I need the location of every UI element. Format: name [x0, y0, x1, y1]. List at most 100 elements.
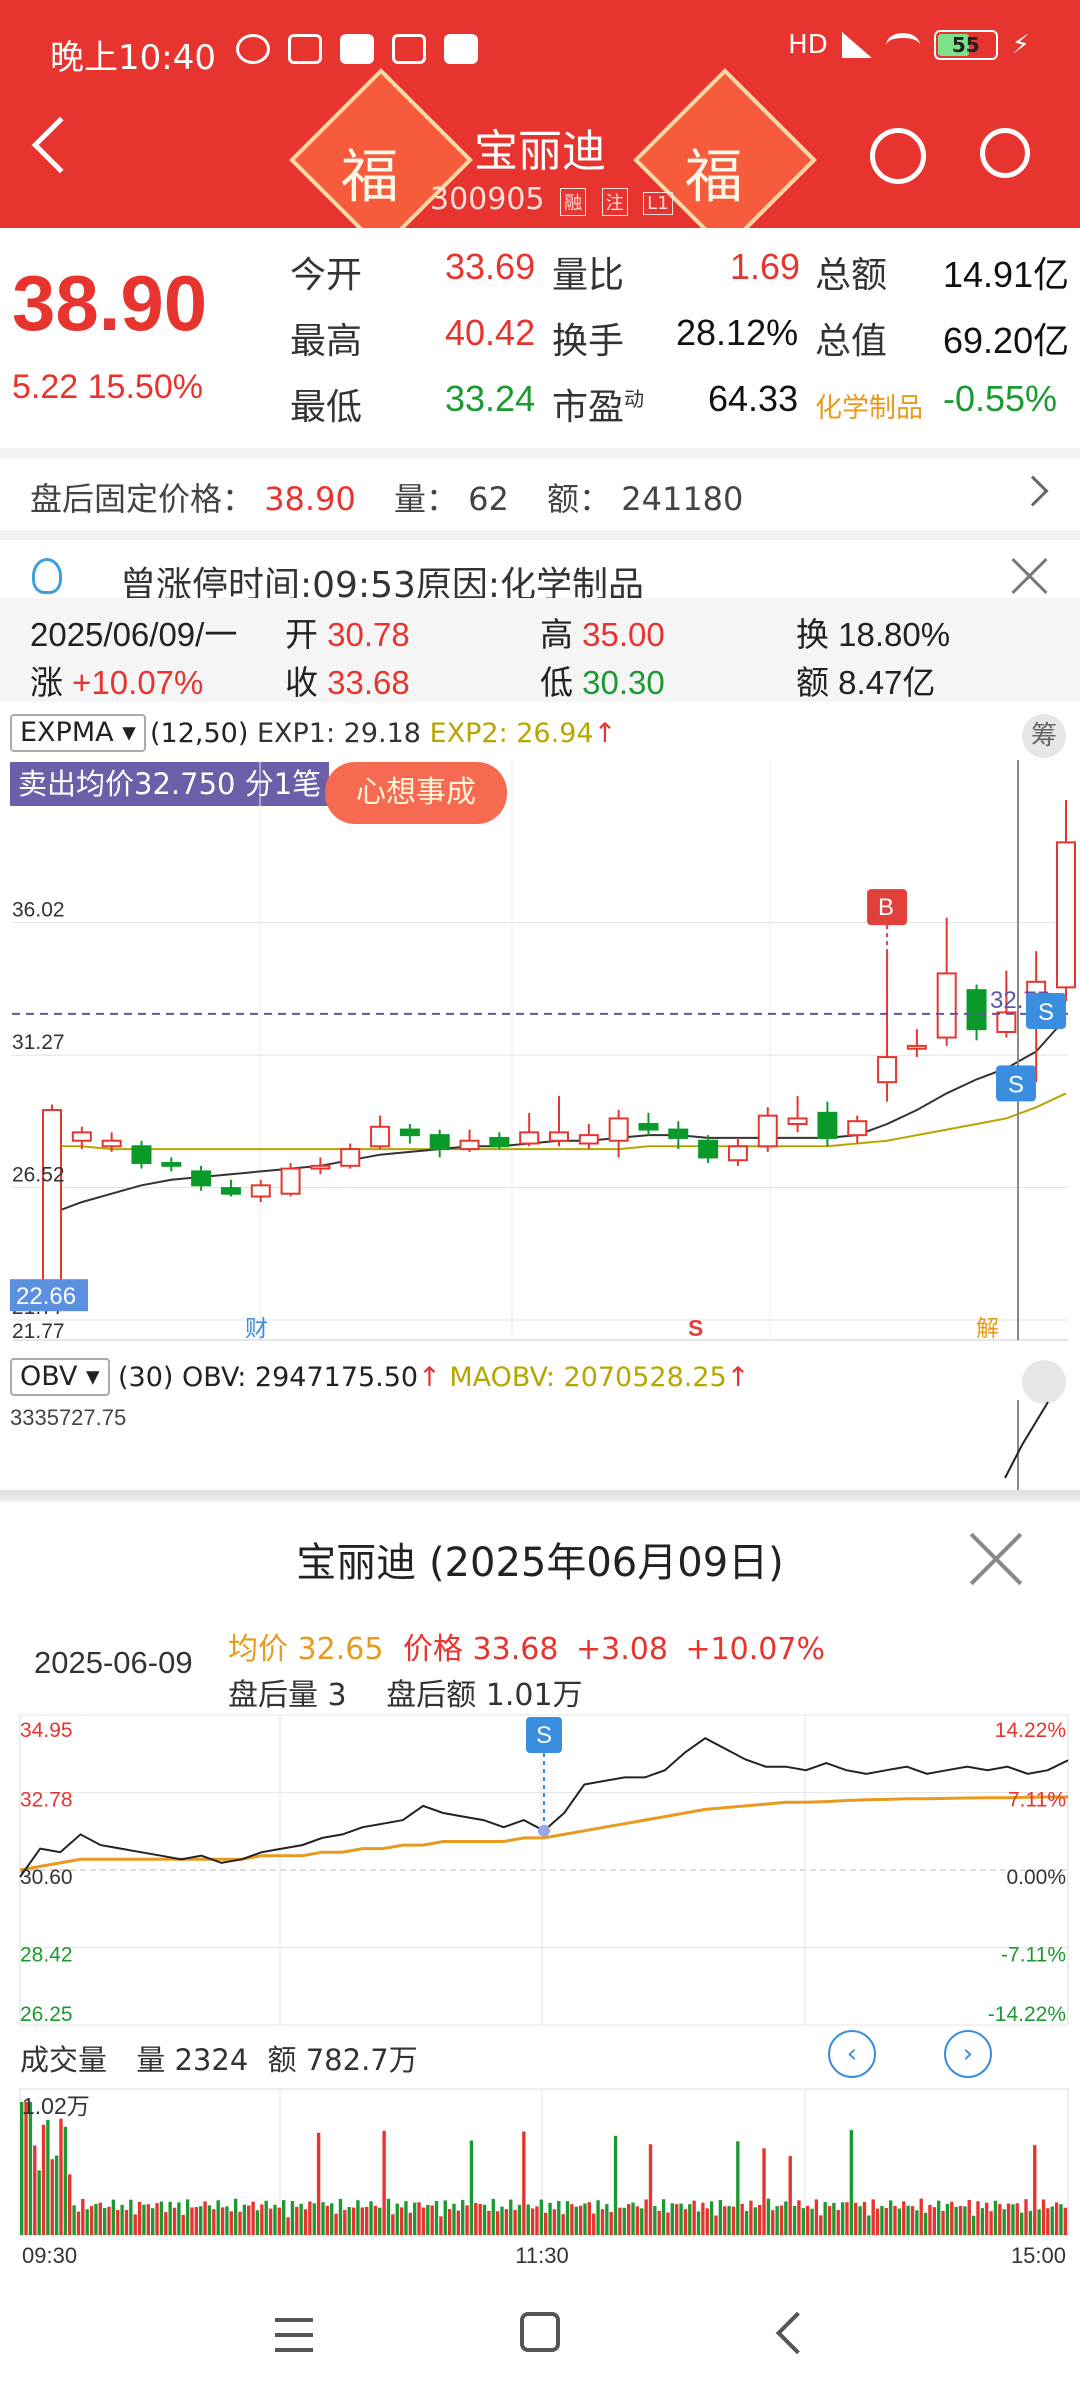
- volume-bar: [600, 2209, 605, 2235]
- volume-bar: [299, 2203, 303, 2235]
- home-button[interactable]: [520, 2312, 560, 2352]
- volume-bar: [500, 2206, 504, 2235]
- volume-bar: [216, 2200, 220, 2235]
- volume-bar: [657, 2210, 661, 2235]
- volume-bar: [338, 2198, 343, 2235]
- mascot-icon[interactable]: [870, 128, 926, 184]
- close-notice-icon[interactable]: [1010, 556, 1050, 596]
- volume-bar: [626, 2204, 631, 2235]
- candle-body: [668, 1128, 689, 1139]
- volume-bar: [779, 2205, 784, 2235]
- volume-bar: [85, 2209, 89, 2235]
- lightbulb-icon: [32, 558, 62, 594]
- price-change: 5.22: [12, 368, 79, 406]
- intraday-y-tick-right: -14.22%: [988, 2003, 1066, 2026]
- kline-y-tick: 31.27: [12, 1031, 65, 1054]
- volume-bar: [81, 2198, 85, 2235]
- volume-bar: [491, 2198, 495, 2235]
- volume-bar: [343, 2209, 347, 2235]
- volume-bars: [20, 2102, 1067, 2235]
- prev-day-button[interactable]: ‹: [828, 2030, 876, 2078]
- expand-icon[interactable]: [1022, 1360, 1066, 1404]
- volume-bar: [696, 2211, 701, 2235]
- volume-bar: [360, 2207, 364, 2235]
- chip-distribution-button[interactable]: 筹: [1022, 714, 1066, 758]
- after-hours-price: 38.90: [264, 480, 356, 518]
- kline-chart[interactable]: 36.0231.2726.5221.7732.75BSS22.6621.77财S…: [0, 760, 1080, 1360]
- search-icon[interactable]: [980, 128, 1030, 178]
- obv-selector[interactable]: OBV ▾: [10, 1358, 110, 1396]
- close-intraday-button[interactable]: [968, 1530, 1024, 1586]
- volume-bar: [836, 2210, 840, 2235]
- volume-bar: [871, 2199, 875, 2235]
- amt-value: 782.7万: [305, 2043, 418, 2077]
- stat-value-sector[interactable]: -0.55%: [943, 378, 1057, 420]
- volume-bar: [373, 2205, 378, 2235]
- volume-bar: [430, 2205, 434, 2235]
- system-nav-bar: [0, 2280, 1080, 2400]
- candle-body: [399, 1128, 420, 1137]
- obv-line: [1004, 1401, 1049, 1479]
- volume-bar: [76, 2211, 81, 2235]
- after-hours-row[interactable]: 盘后固定价格： 38.90 量： 62 额： 241180: [0, 448, 1080, 526]
- volume-bar: [718, 2200, 723, 2235]
- after-hours-vol: 62: [468, 480, 509, 518]
- volume-bar: [692, 2200, 696, 2235]
- volume-bar: [653, 2206, 657, 2235]
- sell-marker-label: S: [1038, 999, 1054, 1026]
- volume-bar: [413, 2202, 417, 2235]
- volume-bar: [967, 2200, 971, 2235]
- volume-bar: [840, 2202, 845, 2235]
- day-turnover-value: 18.80%: [838, 616, 951, 653]
- volume-bar: [251, 2201, 255, 2235]
- volume-bar: [225, 2206, 229, 2235]
- candle-body: [370, 1125, 391, 1148]
- volume-header: 成交量 量 2324 额 782.7万: [20, 2037, 418, 2079]
- volume-bar: [1050, 2206, 1054, 2235]
- volume-bar: [59, 2118, 63, 2235]
- kline-labels: 36.0231.2726.5221.7732.75BSS22.6621.77财S…: [10, 760, 1068, 1343]
- stat-label-volratio: 量比: [552, 254, 625, 295]
- volume-bar: [478, 2204, 482, 2235]
- chevron-right-icon[interactable]: [1017, 475, 1049, 507]
- volume-bar: [635, 2206, 640, 2235]
- day-turnover: 换 18.80%: [796, 608, 950, 656]
- recent-apps-button[interactable]: [275, 2318, 313, 2352]
- volume-bar: [194, 2207, 199, 2235]
- volume-bar: [255, 2210, 260, 2235]
- stat-label-sector[interactable]: 化学制品: [815, 386, 923, 425]
- volume-bar: [325, 2205, 330, 2235]
- day-chg-value: +10.07%: [72, 664, 204, 701]
- intraday-y-tick-right: 7.11%: [1008, 1789, 1066, 1812]
- volume-bar: [679, 2203, 683, 2235]
- volume-bar: [932, 2207, 936, 2235]
- next-day-button[interactable]: ›: [944, 2030, 992, 2078]
- volume-bar: [242, 2204, 247, 2235]
- volume-bar: [875, 2208, 880, 2235]
- volume-bar: [858, 2206, 862, 2235]
- volume-bar: [199, 2206, 203, 2235]
- volume-bar: [613, 2135, 618, 2235]
- volume-bar: [447, 2208, 452, 2235]
- volume-bar: [688, 2204, 692, 2235]
- volume-bar: [757, 2204, 762, 2235]
- day-open-label: 开: [285, 616, 318, 653]
- intraday-chart[interactable]: 34.95 14.22% 32.78 7.11% 30.60 0.00% 28.42 -7.1…: [0, 1705, 1080, 2040]
- indicator-selector[interactable]: EXPMA ▾: [10, 714, 146, 752]
- volume-bar: [937, 2200, 941, 2235]
- volume-bar: [954, 2206, 958, 2235]
- volume-bar: [666, 2212, 670, 2235]
- candle-body: [489, 1136, 510, 1148]
- volume-bar: [312, 2203, 316, 2235]
- volume-bar: [867, 2215, 871, 2235]
- stat-label-mktcap: 总值: [815, 320, 888, 361]
- volume-bar: [129, 2199, 133, 2235]
- volume-bar: [277, 2207, 281, 2235]
- day-open-value: 30.78: [327, 616, 410, 653]
- volume-bar: [884, 2207, 888, 2235]
- volume-bar: [386, 2198, 391, 2235]
- system-back-button[interactable]: [775, 2311, 819, 2355]
- stat-label-high: 最高: [290, 320, 363, 361]
- volume-bar: [247, 2205, 251, 2235]
- kline-grid: [12, 760, 1068, 1341]
